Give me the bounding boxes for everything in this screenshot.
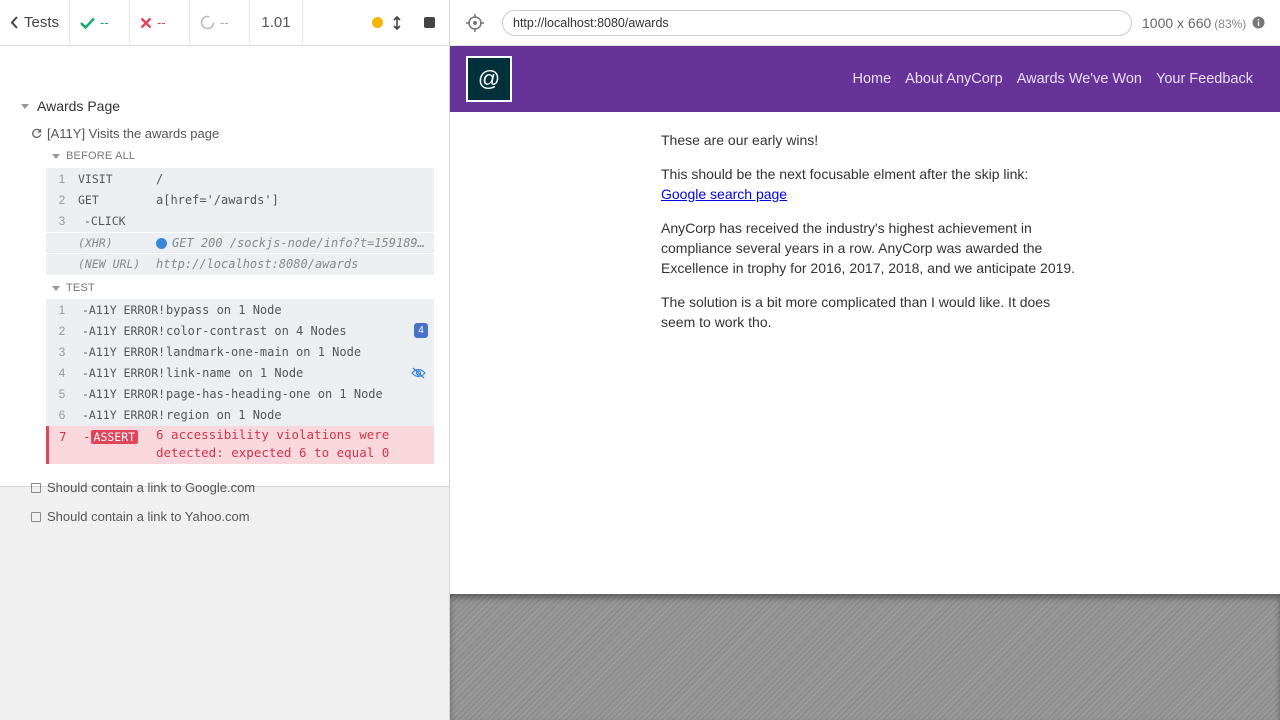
assert-failed-row[interactable]: 7 - ASSERT 6 accessibility violations wer… [46, 426, 434, 464]
command-row[interactable]: 3 -CLICK [46, 210, 434, 231]
element-count-badge: 4 [414, 323, 428, 338]
stop-button[interactable] [409, 0, 449, 45]
awards-text: AnyCorp has received the industry's high… [661, 220, 1076, 276]
pending-circle-icon [200, 15, 215, 30]
test-commands: 1 -A11Y ERROR! bypass on 1 Node 2 -A11Y … [46, 299, 434, 426]
command-row[interactable]: 1 VISIT / [46, 168, 434, 189]
command-row[interactable]: 2 GET a[href='/awards'] [46, 189, 434, 210]
solution-text: The solution is a bit more complicated t… [661, 294, 1051, 330]
refresh-icon [32, 128, 42, 139]
intro-text: These are our early wins! [661, 132, 819, 148]
caret-down-icon [52, 153, 60, 159]
app-preview: http://localhost:8080/awards 1000 x 660(… [450, 0, 1280, 720]
skip-link-text: This should be the next focusable elment… [661, 166, 1029, 202]
command-row[interactable]: 6 -A11Y ERROR! region on 1 Node [46, 404, 434, 425]
runnables: Awards Page [A11Y] Visits the awards pag… [0, 46, 449, 524]
caret-down-icon [52, 285, 60, 291]
test-title: [A11Y] Visits the awards page [47, 126, 220, 141]
nav-about-link[interactable]: About AnyCorp [905, 71, 1003, 87]
command-row-new-url[interactable]: (NEW URL) http://localhost:8080/awards [46, 253, 434, 274]
assert-tag: ASSERT [90, 430, 139, 444]
hook-test[interactable]: TEST [52, 282, 95, 294]
eye-slash-icon [411, 367, 426, 378]
test-google-link[interactable]: Should contain a link to Google.com [31, 480, 255, 495]
test-pending-checkbox-icon [31, 482, 41, 493]
failed-count: -- [130, 0, 190, 45]
command-log-panel: Tests -- -- -- 1.01 Awards Page [A11Y] V… [0, 0, 450, 720]
test-a11y-visits[interactable]: [A11Y] Visits the awards page [31, 126, 219, 141]
suite-title: Awards Page [37, 98, 121, 114]
auto-scroll-icon[interactable] [393, 15, 401, 30]
command-row-xhr[interactable]: (XHR) GET 200 /sockjs-node/info?t=159189… [46, 232, 434, 253]
assert-message-line1: 6 accessibility violations were [156, 427, 390, 442]
before-all-commands: 1 VISIT / 2 GET a[href='/awards'] 3 -CLI… [46, 168, 434, 275]
xhr-status-icon [156, 238, 167, 249]
page-content: These are our early wins! This should be… [661, 130, 1081, 346]
test-pending-checkbox-icon [31, 511, 41, 522]
assert-message-line2: detected: expected 6 to equal 0 [156, 445, 390, 460]
hook-before-all[interactable]: BEFORE ALL [52, 150, 135, 162]
nav-awards-link[interactable]: Awards We've Won [1017, 71, 1142, 87]
command-row[interactable]: 4 -A11Y ERROR! link-name on 1 Node [46, 362, 434, 383]
chevron-left-icon [10, 16, 18, 29]
application-under-test: @ Home About AnyCorp Awards We've Won Yo… [450, 46, 1280, 594]
command-row[interactable]: 3 -A11Y ERROR! landmark-one-main on 1 No… [46, 341, 434, 362]
stop-icon [423, 17, 435, 28]
check-icon [80, 17, 95, 29]
command-row[interactable]: 5 -A11Y ERROR! page-has-heading-one on 1… [46, 383, 434, 404]
info-icon[interactable] [1252, 16, 1265, 29]
passed-count: -- [70, 0, 130, 45]
x-icon [140, 17, 152, 28]
selector-playground-icon[interactable] [466, 14, 484, 32]
command-row[interactable]: 1 -A11Y ERROR! bypass on 1 Node [46, 299, 434, 320]
site-navbar: @ Home About AnyCorp Awards We've Won Yo… [450, 46, 1280, 112]
run-controls [303, 0, 409, 45]
nav-links: Home About AnyCorp Awards We've Won Your… [852, 46, 1253, 112]
url-bar: http://localhost:8080/awards 1000 x 660(… [450, 0, 1280, 46]
viewport-empty-area [450, 594, 1280, 720]
reporter-header: Tests -- -- -- 1.01 [0, 0, 449, 46]
url-input[interactable]: http://localhost:8080/awards [502, 9, 1132, 36]
duration: 1.01 [250, 0, 303, 45]
pending-count: -- [190, 0, 250, 45]
suite-awards-page[interactable]: Awards Page [21, 98, 120, 114]
tests-back-button[interactable]: Tests [0, 0, 70, 45]
google-search-link[interactable]: Google search page [661, 186, 787, 202]
running-indicator-icon [372, 17, 383, 28]
viewport-size: 1000 x 660 (83%) [1142, 14, 1247, 31]
nav-feedback-link[interactable]: Your Feedback [1156, 71, 1253, 87]
caret-down-icon [21, 103, 29, 109]
test-yahoo-link[interactable]: Should contain a link to Yahoo.com [31, 509, 250, 524]
anycorp-logo[interactable]: @ [466, 56, 512, 102]
command-row[interactable]: 2 -A11Y ERROR! color-contrast on 4 Nodes… [46, 320, 434, 341]
nav-home-link[interactable]: Home [852, 71, 891, 87]
tests-label: Tests [23, 14, 59, 31]
